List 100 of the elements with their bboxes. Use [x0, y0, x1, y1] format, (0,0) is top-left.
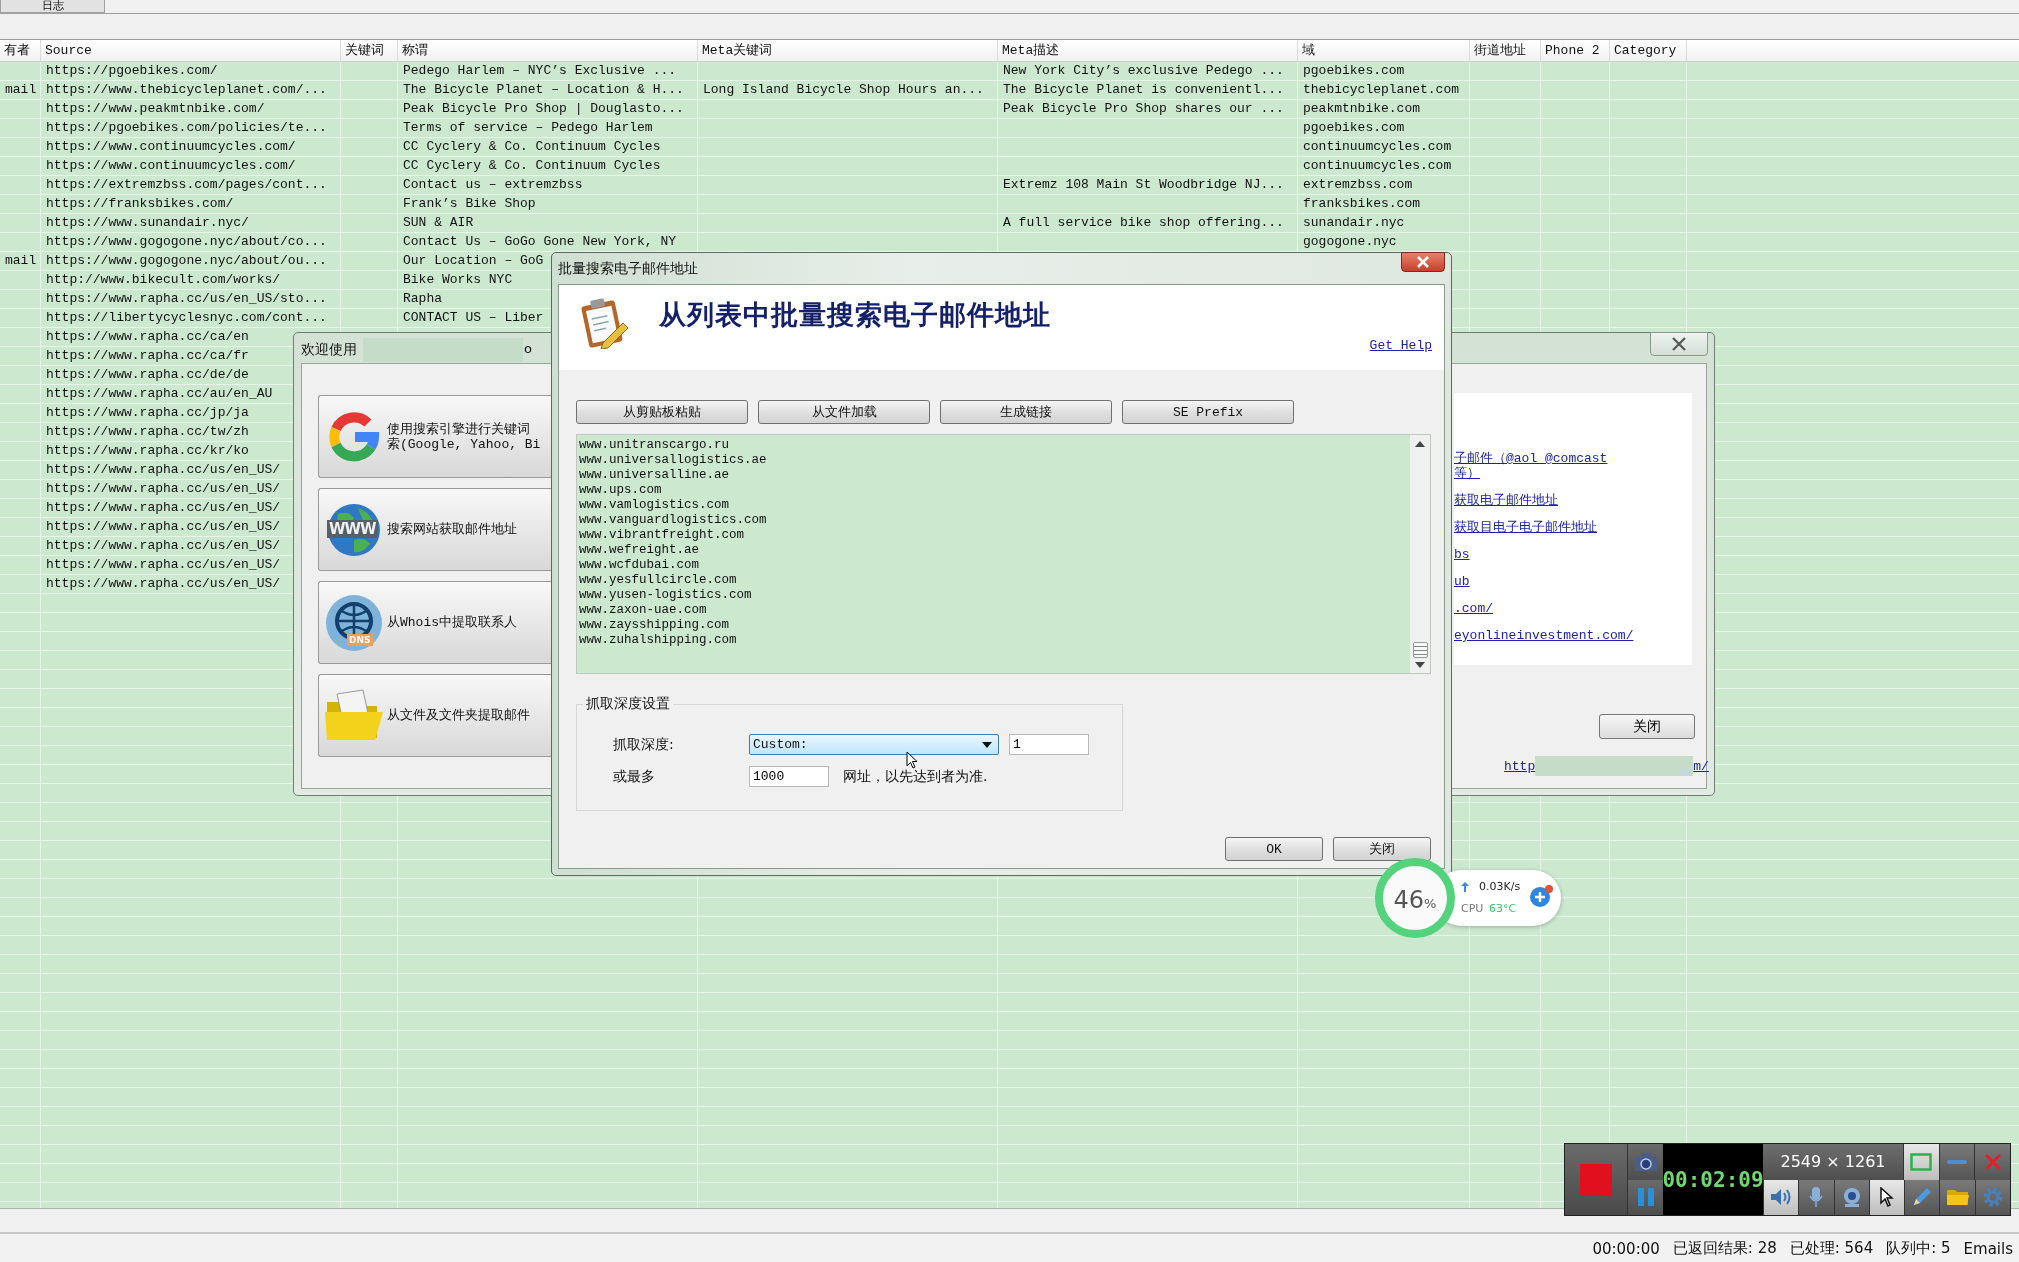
- window-title: o: [524, 341, 532, 356]
- list-line: www.vamlogistics.com: [579, 498, 731, 513]
- link[interactable]: http: [1504, 758, 1536, 774]
- camera-button[interactable]: [1627, 1144, 1663, 1180]
- close-button[interactable]: 关闭: [1599, 714, 1695, 739]
- scroll-thumb[interactable]: [1412, 642, 1428, 658]
- pause-button[interactable]: [1627, 1179, 1663, 1215]
- dialog-button[interactable]: 关闭: [1333, 837, 1431, 861]
- table-cell: https://www.rapha.cc/jp/ja: [46, 405, 249, 420]
- scroll-down-icon[interactable]: [1415, 662, 1425, 668]
- table-cell: https://www.rapha.cc/us/en_US/: [46, 519, 281, 534]
- plus-icon[interactable]: [1529, 884, 1555, 908]
- table-cell: https://www.thebicycleplanet.com/...: [46, 82, 327, 97]
- table-cell: https://www.rapha.cc/kr/ko: [46, 443, 249, 458]
- option-button[interactable]: DNS 从Whois中提取联系人: [318, 581, 554, 664]
- link[interactable]: eyonlineinvestment.com/: [1454, 628, 1634, 643]
- column-header[interactable]: Meta关键词: [698, 40, 998, 61]
- column-header[interactable]: 称谓: [398, 40, 698, 61]
- link[interactable]: 子邮件（@aol @comcast: [1454, 451, 1608, 466]
- pencil-button[interactable]: [1904, 1179, 1940, 1215]
- table-cell: https://www.rapha.cc/de/de: [46, 367, 249, 382]
- table-cell: mail: [5, 82, 37, 97]
- status-text: 队列中: 5: [1886, 1239, 1951, 1258]
- column-header[interactable]: 有者: [0, 40, 41, 61]
- column-header[interactable]: 关键词: [341, 40, 398, 61]
- table-cell: pgoebikes.com: [1303, 120, 1405, 135]
- list-line: www.universalline.ae: [579, 468, 731, 483]
- list-line: www.zaysshipping.com: [579, 618, 731, 633]
- column-header[interactable]: Source: [41, 40, 341, 61]
- list-line: www.zaxon-uae.com: [579, 603, 708, 618]
- table-cell: https://www.rapha.cc/us/en_US/sto...: [46, 291, 327, 306]
- table-cell: https://www.gogogone.nyc/about/co...: [46, 234, 327, 249]
- dialog-button[interactable]: OK: [1225, 837, 1323, 861]
- list-line: www.wefreight.ae: [579, 543, 701, 558]
- dialog-heading: 从列表中批量搜索电子邮件地址: [659, 298, 1051, 332]
- folder-button[interactable]: [1939, 1179, 1975, 1215]
- table-cell: https://www.rapha.cc/tw/zh: [46, 424, 249, 439]
- help-link[interactable]: Get Help: [1369, 338, 1432, 353]
- toolbar-button[interactable]: 生成链接: [940, 400, 1112, 424]
- minimize-button[interactable]: [1938, 1144, 1975, 1180]
- scroll-up-icon[interactable]: [1415, 441, 1425, 447]
- link[interactable]: m/: [1693, 758, 1709, 774]
- option-button[interactable]: 使用搜索引擎进行关键词 索(Google, Yahoo, Bi: [318, 395, 554, 478]
- camera-icon: [1633, 1151, 1658, 1172]
- load-value: 46: [1393, 886, 1425, 914]
- option-button[interactable]: 从文件及文件夹提取邮件: [318, 674, 554, 757]
- depth-input[interactable]: 1: [1009, 734, 1089, 755]
- table-cell: https://pgoebikes.com/: [46, 63, 218, 78]
- table-cell: Peak Bicycle Pro Shop | Douglasto...: [403, 101, 684, 116]
- status-text: 已返回结果: 28: [1672, 1239, 1777, 1258]
- table-cell: thebicycleplanet.com: [1303, 82, 1460, 97]
- table-cell: peakmtnbike.com: [1303, 101, 1421, 116]
- link[interactable]: ub: [1454, 574, 1470, 589]
- column-header[interactable]: Phone 2: [1541, 40, 1610, 61]
- column-header[interactable]: 街道地址: [1470, 40, 1541, 61]
- microphone-button[interactable]: [1798, 1179, 1834, 1215]
- link[interactable]: .com/: [1454, 601, 1493, 616]
- speaker-button[interactable]: [1763, 1179, 1799, 1215]
- link[interactable]: 等）: [1454, 466, 1480, 481]
- toolbar-button[interactable]: 从剪贴板粘贴: [576, 400, 748, 424]
- minimize-icon: [1946, 1158, 1968, 1165]
- cpu-label: CPU: [1461, 902, 1484, 915]
- link[interactable]: bs: [1454, 547, 1470, 562]
- table-cell: https://www.rapha.cc/ca/fr: [46, 348, 249, 363]
- url-list-field[interactable]: [576, 434, 1431, 674]
- list-line: www.yusen-logistics.com: [579, 588, 753, 603]
- table-cell: https://www.rapha.cc/us/en_US/: [46, 481, 281, 496]
- column-header[interactable]: Meta描述: [998, 40, 1298, 61]
- close-icon: [1983, 1152, 2002, 1171]
- table-cell: https://extremzbss.com/pages/cont...: [46, 177, 327, 192]
- close-button[interactable]: [1401, 252, 1445, 272]
- log-tab[interactable]: 日志: [0, 0, 105, 13]
- pause-icon: [1635, 1187, 1656, 1208]
- depth-dropdown[interactable]: Custom:: [749, 734, 999, 755]
- table-cell: Rapha: [403, 291, 442, 306]
- table-cell: Terms of service – Pedego Harlem: [403, 120, 653, 135]
- table-cell: https://www.rapha.cc/us/en_US/: [46, 500, 281, 515]
- table-cell: Peak Bicycle Pro Shop shares our ...: [1003, 101, 1284, 116]
- table-cell: Our Location – GoG: [403, 253, 544, 268]
- close-icon: [1671, 337, 1687, 351]
- table-cell: https://www.rapha.cc/au/en_AU: [46, 386, 273, 401]
- microphone-icon: [1808, 1186, 1825, 1209]
- region-button[interactable]: [1903, 1144, 1939, 1180]
- column-header[interactable]: Category: [1610, 40, 1687, 61]
- table-cell: https://www.gogogone.nyc/about/ou...: [46, 253, 327, 268]
- table-cell: https://franksbikes.com/: [46, 196, 234, 211]
- toolbar-button[interactable]: 从文件加载: [758, 400, 930, 424]
- option-button[interactable]: WWW 搜索网站获取邮件地址: [318, 488, 554, 571]
- scrollbar[interactable]: [1410, 435, 1430, 673]
- table-cell: sunandair.nyc: [1303, 215, 1405, 230]
- max-input[interactable]: 1000: [749, 766, 829, 787]
- link[interactable]: 获取目电子电子邮件地址: [1454, 520, 1597, 535]
- link[interactable]: 获取电子邮件地址: [1454, 493, 1558, 508]
- list-line: www.yesfullcircle.com: [579, 573, 738, 588]
- list-line: www.ups.com: [579, 483, 663, 498]
- column-header[interactable]: 域: [1298, 40, 1470, 61]
- close-button[interactable]: [1650, 332, 1708, 356]
- toolbar-button[interactable]: SE Prefix: [1122, 400, 1294, 424]
- close-icon: [1416, 256, 1430, 268]
- field-label: 抓取深度:: [613, 735, 675, 754]
